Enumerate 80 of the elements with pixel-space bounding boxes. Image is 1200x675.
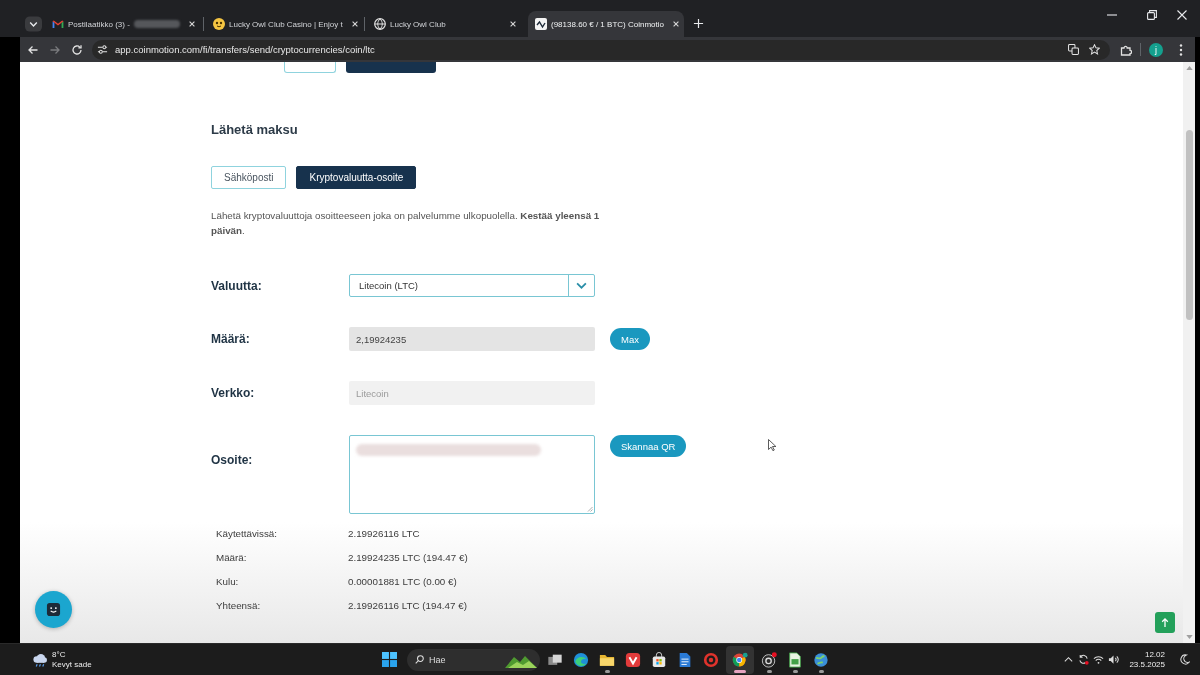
summary-label: Käytettävissä: [216, 527, 278, 539]
clock-time[interactable]: 12.02 [1144, 649, 1165, 660]
close-icon[interactable] [187, 20, 196, 28]
close-icon[interactable] [1177, 10, 1187, 20]
chevron-down-icon [576, 282, 587, 289]
globe-icon [813, 651, 829, 668]
wifi-icon[interactable] [1093, 654, 1105, 665]
shopping-bag-icon [651, 651, 667, 668]
search-icon [415, 655, 424, 664]
description-text: Lähetä kryptovaluuttoja osoitteeseen joka on palvelumme ulkopuolella. Kestää yleensä 1 päivän. [211, 209, 601, 238]
document-icon [677, 651, 693, 668]
resize-grip-icon[interactable] [587, 506, 593, 512]
globe-icon [374, 18, 386, 30]
input-field: Litecoin [349, 381, 595, 405]
color-wheel-icon [732, 651, 748, 668]
arrow-up-icon [1161, 617, 1169, 628]
plus-icon[interactable] [693, 18, 704, 29]
back-icon[interactable] [27, 43, 39, 56]
weather-text: Kevyt sade [52, 659, 92, 670]
puzzle-icon[interactable] [1120, 43, 1132, 56]
section-heading: Lähetä maksu [211, 122, 298, 138]
field-label: Määrä: [211, 331, 251, 347]
summary-value: 2.19926116 LTC [348, 527, 420, 539]
star-icon[interactable] [1089, 44, 1100, 55]
translate-icon[interactable] [1068, 44, 1079, 55]
menu-icon[interactable] [1179, 43, 1183, 56]
swirl-logo-icon [573, 651, 589, 668]
ring-logo-icon [703, 651, 719, 668]
address-bar[interactable]: app.coinmotion.com/fi/transfers/send/cryptocurrencies/coin/ltc [92, 39, 1110, 60]
address-field[interactable] [349, 435, 595, 514]
browser-tab[interactable]: Postilaatikko (3) - [45, 11, 201, 37]
browser-tab[interactable]: (98138.60 € / 1 BTC) Coinmotio [528, 11, 684, 37]
input-field[interactable]: 2,19924235 [349, 327, 595, 351]
temperature-text: 8°C [52, 649, 66, 660]
method-tab[interactable]: Kryptovaluutta-osoite [296, 166, 417, 189]
sheet-document-icon [787, 651, 803, 668]
smiley-face-icon [213, 18, 225, 30]
running-indicator-icon [604, 670, 610, 673]
aperture-icon [761, 651, 777, 668]
summary-label: Yhteensä: [216, 599, 262, 611]
field-label: Valuutta: [211, 277, 263, 294]
browser-tab[interactable]: Lucky Owl Club [367, 11, 523, 37]
scrollbar-thumb[interactable] [1185, 130, 1193, 320]
close-icon[interactable] [671, 20, 680, 28]
smiley-icon [46, 602, 61, 617]
taskbar-search-field[interactable]: Hae [407, 648, 540, 671]
taskbar-app-button[interactable] [726, 645, 754, 674]
v-logo-icon [625, 651, 641, 668]
mail-icon [52, 18, 64, 30]
summary-label: Määrä: [216, 551, 248, 563]
running-indicator-icon [734, 670, 746, 673]
cloud-rain-icon[interactable] [31, 652, 48, 667]
running-indicator-icon [766, 670, 772, 673]
currency-select[interactable]: Litecoin (LTC) [349, 274, 595, 297]
summary-label: Kulu: [216, 575, 240, 587]
field-label: Verkko: [211, 385, 256, 401]
browser-tab[interactable]: Lucky Owl Club Casino | Enjoy t [206, 11, 362, 37]
wave-logo-icon [535, 18, 547, 30]
running-indicator-icon [792, 670, 798, 673]
restore-icon[interactable] [1147, 10, 1157, 20]
chevron-down-icon[interactable] [25, 16, 42, 32]
close-icon[interactable] [350, 20, 359, 28]
clock-date[interactable]: 23.5.2025 [1129, 659, 1165, 670]
chevron-up-icon[interactable] [1063, 654, 1075, 665]
summary-value: 0.00001881 LTC (0.00 €) [348, 575, 457, 587]
close-icon[interactable] [509, 20, 517, 28]
summary-value: 2.19926116 LTC (194.47 €) [348, 599, 467, 611]
start-icon[interactable] [382, 652, 397, 667]
method-tab[interactable]: Sähköposti [211, 166, 287, 189]
reload-icon[interactable] [71, 43, 83, 56]
summary-value: 2.19924235 LTC (194.47 €) [348, 551, 468, 563]
chat-button[interactable] [35, 591, 72, 628]
running-indicator-icon [818, 670, 824, 673]
moon-icon[interactable] [1179, 654, 1190, 665]
scroll-top-button[interactable] [1155, 612, 1175, 633]
field-label: Osoite: [211, 452, 254, 468]
volume-icon[interactable] [1108, 654, 1120, 665]
tune-icon[interactable] [97, 44, 108, 55]
sync-icon[interactable] [1078, 654, 1090, 665]
mouse-pointer-icon [768, 439, 776, 451]
